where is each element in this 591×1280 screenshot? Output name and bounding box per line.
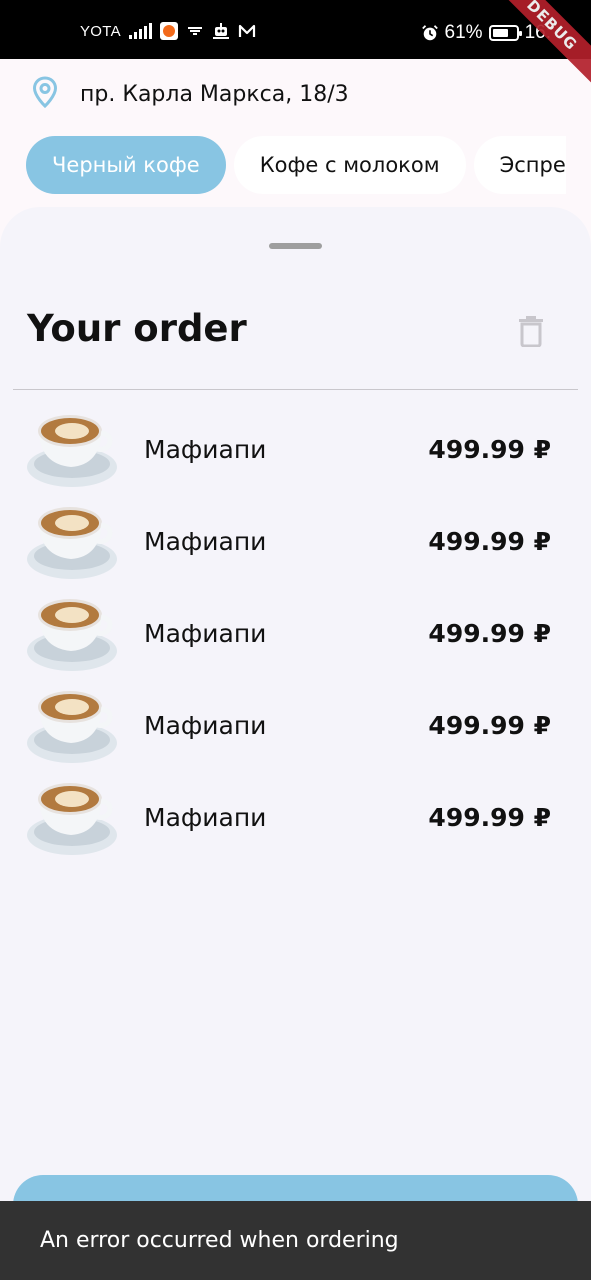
sheet-drag-handle[interactable] bbox=[269, 243, 322, 249]
order-item[interactable]: Мафиапи 499.99 ₽ bbox=[0, 679, 591, 771]
coffee-cup-image bbox=[27, 691, 117, 763]
order-item[interactable]: Мафиапи 499.99 ₽ bbox=[0, 587, 591, 679]
item-price: 499.99 ₽ bbox=[428, 619, 551, 648]
carrier-label: YOTA bbox=[80, 22, 121, 40]
coffee-cup-image bbox=[27, 599, 117, 671]
item-price: 499.99 ₽ bbox=[428, 803, 551, 832]
cast-icon bbox=[186, 22, 204, 40]
order-item[interactable]: Мафиапи 499.99 ₽ bbox=[0, 495, 591, 587]
status-bar-left: YOTA bbox=[80, 22, 256, 40]
status-bar-right: 61% 16: bbox=[421, 22, 551, 44]
coffee-cup-image bbox=[27, 507, 117, 579]
battery-icon bbox=[488, 25, 522, 41]
order-divider bbox=[13, 389, 578, 390]
item-name: Мафиапи bbox=[144, 803, 267, 832]
order-item[interactable]: Мафиапи 499.99 ₽ bbox=[0, 403, 591, 495]
error-snackbar: An error occurred when ordering bbox=[0, 1201, 591, 1280]
category-chip-coffee-with-milk[interactable]: Кофе с молоком bbox=[233, 136, 466, 194]
robot-icon bbox=[212, 22, 230, 40]
category-chip-black-coffee[interactable]: Черный кофе bbox=[26, 136, 226, 194]
battery-percent: 61% bbox=[444, 22, 483, 43]
order-title: Your order bbox=[27, 307, 247, 350]
location-pin-icon bbox=[32, 76, 58, 112]
item-name: Мафиапи bbox=[144, 435, 267, 464]
category-tabs: Черный кофеКофе с молокомЭспрессо bbox=[26, 136, 566, 196]
trash-icon[interactable] bbox=[518, 315, 544, 351]
snackbar-message: An error occurred when ordering bbox=[40, 1228, 399, 1253]
address-text: пр. Карла Маркса, 18/3 bbox=[80, 81, 349, 107]
order-items-list: Мафиапи 499.99 ₽ Мафиапи 499.99 ₽ Мафиап… bbox=[0, 403, 591, 863]
signal-icon bbox=[128, 23, 152, 39]
category-chip-espresso[interactable]: Эспрессо bbox=[473, 136, 566, 194]
alarm-icon bbox=[421, 24, 439, 42]
item-price: 499.99 ₽ bbox=[428, 527, 551, 556]
order-sheet: Your order Мафиапи 499.99 ₽ Мафиапи 499.… bbox=[0, 207, 591, 1280]
order-item[interactable]: Мафиапи 499.99 ₽ bbox=[0, 771, 591, 863]
mail-icon bbox=[238, 22, 256, 40]
item-price: 499.99 ₽ bbox=[428, 711, 551, 740]
coffee-cup-image bbox=[27, 783, 117, 855]
item-name: Мафиапи bbox=[144, 619, 267, 648]
app-notification-icon bbox=[159, 22, 178, 40]
coffee-cup-image bbox=[27, 415, 117, 487]
item-price: 499.99 ₽ bbox=[428, 435, 551, 464]
item-name: Мафиапи bbox=[144, 711, 267, 740]
address-bar[interactable]: пр. Карла Маркса, 18/3 bbox=[32, 76, 349, 112]
item-name: Мафиапи bbox=[144, 527, 267, 556]
status-bar: YOTA 61% 16: DEBUG bbox=[0, 0, 591, 88]
